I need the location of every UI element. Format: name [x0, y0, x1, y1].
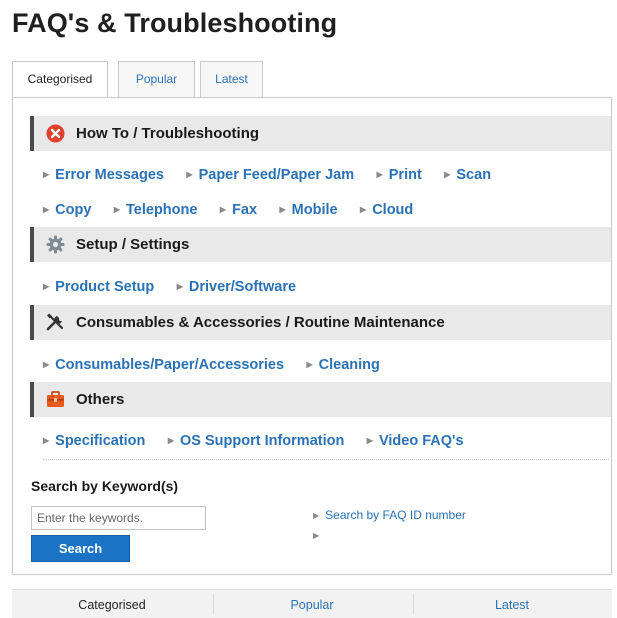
section-header-others[interactable]: Others — [30, 382, 611, 417]
arrow-icon: ▶ — [444, 170, 451, 179]
link-label: Fax — [232, 202, 258, 218]
gear-icon — [46, 235, 65, 254]
link-telephone[interactable]: ▶ Telephone — [114, 200, 198, 220]
link-label: Consumables/Paper/Accessories — [55, 357, 285, 373]
link-label: Paper Feed/Paper Jam — [198, 167, 355, 183]
footer-tab-categorised[interactable]: Categorised — [12, 590, 212, 618]
tools-icon — [46, 313, 64, 331]
arrow-icon: ▶ — [43, 205, 50, 214]
link-row: ▶ Consumables/Paper/Accessories ▶ Cleaning — [43, 355, 398, 375]
arrow-icon: ▶ — [43, 436, 50, 445]
arrow-icon: ▶ — [43, 170, 50, 179]
footer-tab-latest[interactable]: Latest — [412, 590, 612, 618]
link-label: Specification — [55, 433, 146, 449]
section-header-how-to[interactable]: How To / Troubleshooting — [30, 116, 611, 151]
arrow-icon: ▶ — [43, 282, 50, 291]
tab-latest[interactable]: Latest — [200, 61, 263, 98]
faq-panel: How To / Troubleshooting ▶ Error Messages… — [12, 97, 612, 575]
arrow-icon: ▶ — [279, 205, 286, 214]
toolbox-icon — [47, 391, 64, 407]
arrow-icon: ▶ — [313, 531, 320, 540]
section-header-consumables[interactable]: Consumables & Accessories / Routine Main… — [30, 305, 611, 340]
link-label: Product Setup — [55, 279, 155, 295]
arrow-icon: ▶ — [113, 205, 121, 214]
link-os-support-information[interactable]: ▶ OS Support Information — [168, 431, 344, 451]
arrow-icon: ▶ — [306, 360, 313, 369]
link-label: Cleaning — [318, 357, 380, 373]
link-print[interactable]: ▶ Print — [377, 165, 422, 185]
arrow-icon: ▶ — [176, 282, 183, 291]
arrow-icon: ▶ — [376, 170, 383, 179]
link-row: ▶ Error Messages ▶ Paper Feed/Paper Jam ▶ P… — [43, 165, 509, 185]
arrow-icon: ▶ — [43, 360, 50, 369]
section-title: Setup / Settings — [76, 236, 190, 253]
link-label: Copy — [55, 202, 92, 218]
page-title: FAQ's & Troubleshooting — [12, 8, 338, 38]
link-driver-software[interactable]: ▶ Driver/Software — [177, 277, 296, 297]
link-row: ▶ Product Setup ▶ Driver/Software — [43, 277, 314, 297]
link-label: Scan — [456, 167, 492, 183]
footer-tab-bar: Categorised Popular Latest — [12, 589, 612, 618]
link-label: Video FAQ's — [378, 433, 464, 449]
section-header-setup[interactable]: Setup / Settings — [30, 227, 611, 262]
section-title: Consumables & Accessories / Routine Main… — [76, 314, 445, 331]
link-label: Error Messages — [55, 167, 164, 183]
link-label: OS Support Information — [180, 433, 345, 449]
footer-tab-popular[interactable]: Popular — [212, 590, 412, 618]
search-heading: Search by Keyword(s) — [31, 478, 179, 494]
link-label: Driver/Software — [188, 279, 297, 295]
error-x-icon — [46, 124, 65, 143]
link-label: Cloud — [372, 202, 414, 218]
link-label: Mobile — [291, 202, 338, 218]
link-row: ▶ Copy ▶ Telephone ▶ Fax ▶ Mobile ▶ Cloud — [43, 200, 431, 220]
section-title: Others — [76, 391, 125, 408]
link-cleaning[interactable]: ▶ Cleaning — [307, 355, 380, 375]
arrow-icon: ▶ — [366, 436, 373, 445]
search-by-faq-id-link[interactable]: ▶ Search by FAQ ID number — [313, 508, 466, 522]
link-label: Search by FAQ ID number — [325, 508, 466, 522]
tab-popular[interactable]: Popular — [118, 61, 195, 98]
section-title: How To / Troubleshooting — [76, 125, 260, 142]
link-error-messages[interactable]: ▶ Error Messages — [43, 165, 164, 185]
link-paper-feed-paper-jam[interactable]: ▶ Paper Feed/Paper Jam — [186, 165, 354, 185]
link-scan[interactable]: ▶ Scan — [444, 165, 491, 185]
link-fax[interactable]: ▶ Fax — [220, 200, 257, 220]
link-product-setup[interactable]: ▶ Product Setup — [43, 277, 154, 297]
arrow-icon: ▶ — [313, 511, 320, 520]
keyword-search-input[interactable] — [31, 506, 206, 530]
link-copy[interactable]: ▶ Copy — [43, 200, 91, 220]
arrow-icon: ▶ — [360, 205, 367, 214]
link-label: Telephone — [126, 202, 198, 218]
link-consumables-paper-accessories[interactable]: ▶ Consumables/Paper/Accessories — [43, 355, 284, 375]
link-row: ▶ Specification ▶ OS Support Information ▶… — [43, 431, 482, 451]
link-cloud[interactable]: ▶ Cloud — [360, 200, 413, 220]
tab-categorised[interactable]: Categorised — [12, 61, 108, 99]
divider — [43, 459, 609, 460]
link-video-faqs[interactable]: ▶ Video FAQ's — [367, 431, 464, 451]
link-mobile[interactable]: ▶ Mobile — [280, 200, 338, 220]
arrow-icon: ▶ — [167, 436, 175, 445]
search-button[interactable]: Search — [31, 535, 130, 562]
arrow-icon: ▶ — [219, 205, 227, 214]
link-specification[interactable]: ▶ Specification — [43, 431, 145, 451]
arrow-icon: ▶ — [186, 170, 193, 179]
link-label: Print — [388, 167, 422, 183]
